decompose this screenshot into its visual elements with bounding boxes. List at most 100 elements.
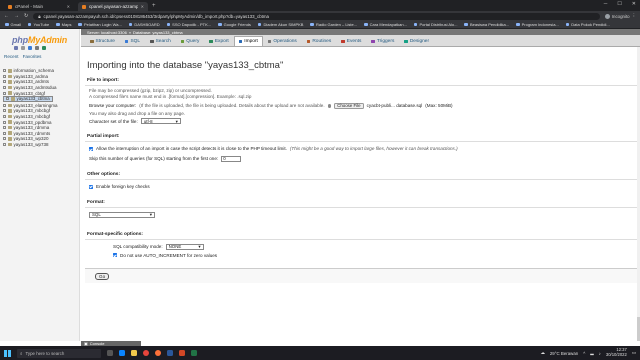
foreign-key-checkbox[interactable] bbox=[89, 184, 93, 189]
expand-icon[interactable] bbox=[3, 120, 6, 124]
reload-icon[interactable]: ↻ bbox=[24, 13, 28, 19]
import-icon bbox=[238, 39, 243, 44]
bookmark-item[interactable]: Gmail bbox=[5, 22, 21, 27]
bookmark-item[interactable]: Portal Distribusi Alo... bbox=[413, 22, 457, 27]
tab-routines[interactable]: Routines bbox=[302, 36, 336, 46]
bookmark-item[interactable]: Data Pokok Pendidi... bbox=[565, 22, 610, 27]
fk-row: Enable foreign key checks bbox=[89, 184, 633, 190]
clock[interactable]: 12:37 30/10/2022 bbox=[606, 347, 627, 358]
tab-structure[interactable]: Structure bbox=[85, 36, 120, 46]
close-tab-icon[interactable]: ✕ bbox=[141, 4, 144, 9]
bookmark-item[interactable]: Pelatihan Login Wa... bbox=[78, 22, 122, 27]
no-auto-increment-checkbox[interactable] bbox=[113, 253, 117, 258]
browser-tab-phpmyadmin[interactable]: cpanel.yayasan-azzampayuh.sch.id ✕ bbox=[78, 2, 148, 11]
edge-icon[interactable] bbox=[119, 350, 125, 356]
new-tab-button[interactable]: + bbox=[152, 2, 156, 11]
notification-icon[interactable]: ▭ bbox=[632, 350, 636, 356]
weather-text[interactable]: 29°C Berawan bbox=[550, 351, 578, 356]
expand-icon[interactable] bbox=[3, 74, 6, 78]
expand-icon[interactable] bbox=[3, 114, 6, 118]
favorites-tab[interactable]: Favorites bbox=[23, 54, 42, 59]
tab-query[interactable]: Query bbox=[176, 36, 205, 46]
tray-chevron-icon[interactable]: ^ bbox=[583, 351, 585, 356]
home-icon[interactable] bbox=[14, 46, 18, 50]
allow-interrupt-checkbox[interactable] bbox=[89, 147, 93, 152]
chrome-icon[interactable] bbox=[143, 350, 149, 356]
forward-icon[interactable]: → bbox=[14, 13, 19, 19]
tab-events[interactable]: Events bbox=[336, 36, 366, 46]
breadcrumb-database[interactable]: Database: yayas133_cbtma bbox=[133, 30, 183, 35]
expand-icon[interactable] bbox=[3, 103, 6, 107]
browser-tab-bar: cPanel - Main ✕ cpanel.yayasan-azzampayu… bbox=[0, 0, 640, 11]
expand-icon[interactable] bbox=[3, 137, 6, 141]
excel-icon[interactable] bbox=[191, 350, 197, 356]
tab-operations[interactable]: Operations bbox=[263, 36, 302, 46]
bookmark-favicon-icon bbox=[78, 22, 82, 27]
search-icon: ⌕ bbox=[20, 350, 23, 356]
firefox-icon[interactable] bbox=[155, 350, 161, 356]
task-view-icon[interactable] bbox=[107, 350, 113, 356]
sidebar-database-item[interactable]: yayas133_cbtma bbox=[3, 95, 53, 102]
bookmark-item[interactable]: Beasiswa Pendidika... bbox=[464, 22, 509, 27]
bookmark-item[interactable]: Diadem Akun SIMPKB bbox=[257, 22, 303, 27]
tab-designer[interactable]: Designer bbox=[399, 36, 434, 46]
expand-icon[interactable] bbox=[3, 131, 6, 135]
tab-search[interactable]: Search bbox=[145, 36, 176, 46]
bookmark-item[interactable]: SSO Dapodik - PTK... bbox=[166, 22, 212, 27]
help-icon[interactable] bbox=[28, 46, 32, 50]
close-window-icon[interactable]: ✕ bbox=[632, 1, 636, 7]
expand-icon[interactable] bbox=[3, 91, 6, 95]
back-icon[interactable]: ← bbox=[4, 13, 9, 19]
powerpoint-icon[interactable] bbox=[179, 350, 185, 356]
routines-icon bbox=[306, 39, 311, 44]
bookmark-item[interactable]: Maps bbox=[56, 22, 71, 27]
format-select[interactable]: SQL ▾ bbox=[89, 211, 155, 218]
taskbar-search[interactable]: ⌕ Type here to search bbox=[17, 348, 101, 358]
url-field[interactable]: 🔒︎ cpanel.yayasan-azzampayuh.sch.id/cpse… bbox=[33, 12, 600, 20]
settings-icon[interactable] bbox=[35, 46, 39, 50]
expand-icon[interactable] bbox=[3, 142, 6, 146]
menu-dots-icon[interactable]: ⋮ bbox=[632, 13, 636, 19]
tab-sql[interactable]: SQL bbox=[120, 36, 145, 46]
breadcrumb-server[interactable]: Server: localhost:3306 bbox=[87, 30, 127, 35]
bookmark-item[interactable]: Google Friends bbox=[218, 22, 251, 27]
go-button[interactable]: Go bbox=[95, 272, 110, 280]
expand-icon[interactable] bbox=[3, 69, 6, 73]
choose-file-button[interactable]: Choose File bbox=[334, 103, 364, 109]
word-icon[interactable] bbox=[167, 350, 173, 356]
phpmyadmin-logo[interactable]: phpMyAdmin bbox=[12, 35, 67, 45]
database-icon bbox=[8, 103, 12, 108]
tab-triggers[interactable]: Triggers bbox=[366, 36, 399, 46]
reload-nav-icon[interactable] bbox=[42, 46, 46, 50]
expand-icon[interactable] bbox=[3, 109, 6, 113]
expand-icon[interactable] bbox=[6, 97, 9, 101]
bookmark-item[interactable]: Radio Garden – Liste... bbox=[310, 22, 357, 27]
compat-select[interactable]: NONE ▾ bbox=[165, 243, 204, 250]
skip-queries-input[interactable]: 0 bbox=[221, 155, 242, 162]
bookmark-item[interactable]: Cara Mendapatkan... bbox=[364, 22, 407, 27]
file-explorer-icon[interactable] bbox=[131, 350, 137, 356]
filename-note: A compressed file's name must end in .[f… bbox=[89, 93, 252, 99]
expand-icon[interactable] bbox=[3, 80, 6, 84]
bookmark-item[interactable]: YouTube bbox=[27, 22, 49, 27]
bookmark-label: SSO Dapodik - PTK... bbox=[172, 22, 212, 27]
expand-icon[interactable] bbox=[3, 86, 6, 90]
incognito-profile[interactable]: Incognito ⋮ bbox=[604, 13, 636, 19]
bookmark-item[interactable]: Program Indonesia... bbox=[516, 22, 559, 27]
windows-start-icon[interactable] bbox=[4, 349, 11, 357]
browser-tab-cpanel-main[interactable]: cPanel - Main ✕ bbox=[4, 2, 74, 11]
close-tab-icon[interactable]: ✕ bbox=[67, 4, 70, 9]
database-name: yayas133_ardmts bbox=[13, 79, 50, 85]
network-icon[interactable]: ▂ bbox=[590, 350, 593, 356]
expand-icon[interactable] bbox=[3, 126, 6, 130]
bookmark-item[interactable]: DASHBOARD bbox=[128, 22, 160, 27]
maximize-icon[interactable]: ☐ bbox=[617, 1, 621, 7]
minimize-icon[interactable]: ─ bbox=[604, 1, 608, 7]
logout-icon[interactable] bbox=[21, 46, 25, 50]
charset-select[interactable]: utf-8 ▾ bbox=[140, 118, 181, 125]
sidebar-database-item[interactable]: yayas133_wp738 bbox=[3, 142, 79, 148]
tab-import[interactable]: Import bbox=[233, 36, 263, 46]
recent-tab[interactable]: Recent bbox=[4, 54, 19, 59]
volume-icon[interactable]: ♪ bbox=[599, 351, 601, 356]
tab-export[interactable]: Export bbox=[204, 36, 233, 46]
